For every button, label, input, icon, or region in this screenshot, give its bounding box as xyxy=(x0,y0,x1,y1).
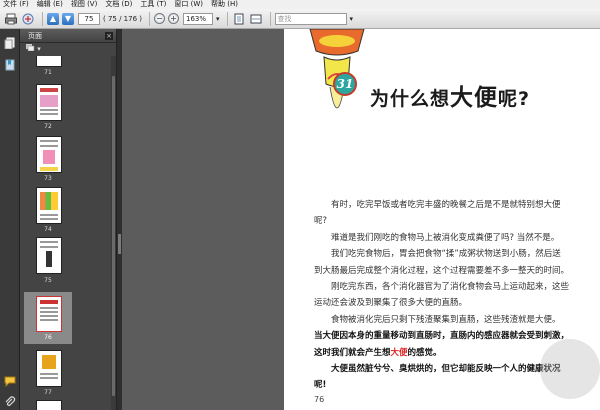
toolbar-separator xyxy=(226,11,228,26)
thumbnail-item[interactable] xyxy=(24,400,72,410)
paragraph: 刚吃完东西，各个消化器官为了消化食物会马上运动起来，这些运动还会波及到聚集了很多… xyxy=(314,282,570,309)
thumbnail-page xyxy=(36,136,62,173)
paragraph: 难道是我们刚吃的食物马上被消化变成粪便了吗? 当然不是。 xyxy=(331,232,560,243)
menu-edit[interactable]: 编辑 (E) xyxy=(37,0,63,9)
page-number-input[interactable]: 75 xyxy=(78,12,100,25)
menu-bar: 文件 (F) 编辑 (E) 视图 (V) 文档 (D) 工具 (T) 窗口 (W… xyxy=(0,0,600,9)
thumbnail-item[interactable]: 74 xyxy=(24,187,72,237)
menu-tools[interactable]: 工具 (T) xyxy=(140,0,166,9)
next-page-icon[interactable]: ▼ xyxy=(62,12,74,25)
title-emphasis: 大便 xyxy=(450,85,499,111)
menu-view[interactable]: 视图 (V) xyxy=(71,0,97,9)
thumbnail-label: 75 xyxy=(44,277,52,284)
toolbar: ▲ ▼ 75 ( 75 / 176 ) − + 163% ▾ 查找 ▾ xyxy=(0,9,600,29)
paragraph: 食物被消化完后只剩下残渣聚集到直肠，这些残渣就是大便。当大便因本身的重量移动到直… xyxy=(314,312,569,361)
menu-document[interactable]: 文档 (D) xyxy=(105,0,132,9)
menu-help[interactable]: 帮助 (H) xyxy=(211,0,238,9)
panel-options-button[interactable]: ▾ xyxy=(20,43,116,56)
toolbar-separator xyxy=(269,11,271,26)
document-page: 31 为什么想大便呢? 有时，吃完早饭或者吃完丰盛的晚餐之后是不是就特别想大便呢… xyxy=(284,29,600,410)
thumbnail-item[interactable]: 72 xyxy=(24,84,72,134)
paragraph-bold-text: 的感觉。 xyxy=(407,347,442,358)
title-part: 呢? xyxy=(498,88,531,110)
menu-window[interactable]: 窗口 (W) xyxy=(174,0,203,9)
thumbnail-page xyxy=(36,350,62,387)
toolbar-separator xyxy=(42,11,43,26)
chapter-number-badge: 31 xyxy=(333,72,357,96)
thumbnail-item-selected[interactable]: 76 xyxy=(24,292,72,344)
splitter-grip[interactable] xyxy=(118,234,121,254)
thumbnail-label: 77 xyxy=(44,389,52,396)
chevron-down-icon[interactable]: ▾ xyxy=(216,15,220,23)
thumbnail-label: 76 xyxy=(44,334,52,341)
paragraph: 有时，吃完早饭或者吃完丰盛的晚餐之后是不是就特别想大便呢? xyxy=(314,200,561,227)
paragraph-text: 食物被消化完后只剩下残渣聚集到直肠，这些残渣就是大便。 xyxy=(331,314,561,325)
chevron-down-icon: ▾ xyxy=(37,45,41,53)
comments-icon[interactable] xyxy=(4,372,16,388)
thumbnail-item[interactable]: 77 xyxy=(24,350,72,400)
highlight-text: 大便 xyxy=(390,347,408,358)
document-canvas: 31 为什么想大便呢? 有时，吃完早饭或者吃完丰盛的晚餐之后是不是就特别想大便呢… xyxy=(122,29,600,410)
paragraph-bold: 大便虽然脏兮兮、臭烘烘的，但它却能反映一个人的健康状况呢! xyxy=(314,364,561,391)
fit-width-icon[interactable] xyxy=(249,12,263,26)
thumbnail-label: 71 xyxy=(44,69,52,76)
menu-file[interactable]: 文件 (F) xyxy=(3,0,29,9)
thumbnail-item[interactable]: 75 xyxy=(24,237,72,289)
share-icon[interactable] xyxy=(21,12,35,26)
watermark-seal xyxy=(540,339,600,399)
previous-page-icon[interactable]: ▲ xyxy=(47,12,59,25)
thumbnail-label: 72 xyxy=(44,123,52,130)
thumbnail-page xyxy=(36,296,62,332)
zoom-out-icon[interactable]: − xyxy=(154,13,165,24)
paragraph: 我们吃完食物后，胃会把食物“揉”成粥状物送到小肠，然后送到大肠最后完成整个消化过… xyxy=(314,249,570,276)
thumbnail-label: 74 xyxy=(44,226,52,233)
zoom-in-icon[interactable]: + xyxy=(168,13,179,24)
thumbnail-scrollbar[interactable] xyxy=(111,56,116,410)
chevron-down-icon[interactable]: ▾ xyxy=(350,15,354,23)
thumbnail-page xyxy=(36,237,62,274)
page-number: 76 xyxy=(314,395,325,404)
panel-header: 页面 × xyxy=(20,29,116,43)
title-part: 为什么想 xyxy=(370,88,451,110)
scrollbar-thumb[interactable] xyxy=(112,76,115,396)
pages-panel: 页面 × ▾ 71 72 73 74 75 76 77 xyxy=(20,29,117,410)
toolbar-separator xyxy=(149,11,150,26)
page-title: 为什么想大便呢? xyxy=(370,78,530,112)
page-count-label: ( 75 / 176 ) xyxy=(103,14,142,23)
thumbnail-page xyxy=(36,400,62,410)
bookmarks-icon[interactable] xyxy=(4,56,16,71)
navigation-strip xyxy=(0,29,20,410)
thumbnail-list: 71 72 73 74 75 76 77 xyxy=(20,56,112,410)
attachment-icon[interactable] xyxy=(4,393,16,406)
pdf-reader-window: 文件 (F) 编辑 (E) 视图 (V) 文档 (D) 工具 (T) 窗口 (W… xyxy=(0,0,600,410)
fit-page-icon[interactable] xyxy=(232,12,246,26)
panel-title: 页面 xyxy=(28,32,42,40)
thumbnail-item[interactable]: 71 xyxy=(24,56,72,76)
thumbnail-page xyxy=(36,56,62,67)
body-text: 有时，吃完早饭或者吃完丰盛的晚餐之后是不是就特别想大便呢? 难道是我们刚吃的食物… xyxy=(314,197,569,394)
close-icon[interactable]: × xyxy=(105,32,113,40)
print-icon[interactable] xyxy=(4,12,18,26)
zoom-level-select[interactable]: 163% xyxy=(183,12,213,25)
thumbnail-page xyxy=(36,84,62,121)
search-input[interactable]: 查找 xyxy=(274,12,347,25)
thumbnail-page xyxy=(36,187,62,224)
pages-icon[interactable] xyxy=(4,34,16,50)
thumbnail-item[interactable]: 73 xyxy=(24,136,72,186)
thumbnail-label: 73 xyxy=(44,175,52,182)
options-icon xyxy=(26,44,35,52)
